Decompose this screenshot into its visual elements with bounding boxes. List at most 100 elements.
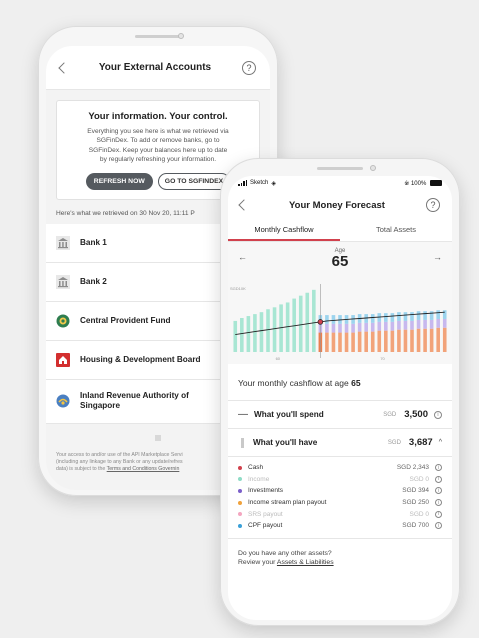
have-row[interactable]: What you'll have SGD 3,687 ^ bbox=[228, 429, 452, 457]
chart-bar-segment bbox=[344, 323, 349, 333]
chart-bar-segment bbox=[357, 322, 362, 332]
color-dot bbox=[238, 512, 242, 517]
tab-monthly-cashflow[interactable]: Monthly Cashflow bbox=[228, 220, 340, 241]
summary-age: 65 bbox=[351, 378, 361, 388]
battery-area: ※ 100% bbox=[404, 179, 442, 187]
chart-bar-segment bbox=[403, 312, 408, 321]
chart-bar-segment bbox=[370, 322, 375, 332]
chart-bar-segment bbox=[442, 327, 447, 352]
external-accounts-header: Your External Accounts ? bbox=[46, 46, 270, 90]
info-icon[interactable]: i bbox=[435, 499, 442, 507]
chart-bar-segment bbox=[429, 328, 434, 352]
chart-bar-segment bbox=[364, 331, 368, 352]
spend-row[interactable]: — What you'll spend SGD 3,500 i bbox=[228, 401, 452, 429]
breakdown-value: SGD 700 bbox=[402, 522, 429, 530]
breakdown-value: SGD 0 bbox=[409, 510, 429, 518]
info-icon[interactable]: i bbox=[435, 475, 442, 483]
chart-bar-segment bbox=[370, 331, 375, 352]
chart-bar-segment bbox=[384, 313, 388, 322]
bank-icon bbox=[56, 274, 70, 289]
arrow-right-icon[interactable]: → bbox=[433, 252, 442, 262]
cashflow-chart-area[interactable]: ← Age 65 → SGD10K 60 70 bbox=[228, 242, 452, 364]
status-bar: Sketch ◈ ※ 100% bbox=[228, 176, 452, 190]
carrier-name: Sketch bbox=[250, 180, 269, 186]
bluetooth-icon: ※ bbox=[404, 180, 410, 187]
chart-bar-segment bbox=[377, 321, 382, 331]
go-to-sgfindex-button[interactable]: GO TO SGFINDEX bbox=[157, 172, 231, 190]
info-icon[interactable]: i bbox=[435, 522, 442, 530]
chart-bar-segment bbox=[403, 320, 408, 330]
divider-square-icon bbox=[155, 434, 161, 441]
chart-bar-segment bbox=[338, 332, 342, 352]
color-dot bbox=[238, 465, 242, 470]
bank-icon bbox=[56, 235, 70, 250]
chart-bar-segment bbox=[325, 315, 329, 324]
breakdown-name: SRS payout bbox=[248, 510, 283, 518]
selected-point[interactable] bbox=[317, 319, 324, 325]
arrow-left-icon[interactable]: ← bbox=[238, 252, 247, 262]
signal-bars-icon bbox=[238, 180, 247, 186]
phone-speaker bbox=[135, 35, 181, 38]
account-label: Bank 1 bbox=[80, 237, 107, 247]
chart-bar-segment bbox=[410, 320, 414, 330]
chart-bar-segment bbox=[338, 323, 342, 333]
chart-bar-segment bbox=[384, 321, 388, 331]
age-value: 65 bbox=[331, 253, 349, 270]
back-chevron-icon[interactable] bbox=[238, 199, 250, 211]
chart-bar-segment bbox=[351, 323, 355, 333]
spend-amount: 3,500 bbox=[404, 409, 428, 420]
info-icon[interactable]: i bbox=[435, 487, 442, 495]
bar-icon bbox=[241, 437, 244, 448]
chart-bar-segment bbox=[298, 295, 303, 352]
chevron-up-icon[interactable]: ^ bbox=[439, 439, 442, 446]
chart-bar-segment bbox=[331, 323, 336, 333]
breakdown-item-income: Income SGD 0 i bbox=[238, 474, 442, 486]
breakdown-name: Income stream plan payout bbox=[248, 499, 327, 507]
info-icon[interactable]: i bbox=[435, 464, 442, 472]
breakdown-name: CPF payout bbox=[248, 522, 283, 530]
chart-bar-segment bbox=[331, 315, 336, 324]
back-chevron-icon[interactable] bbox=[58, 61, 70, 74]
assets-prefix: Review your bbox=[238, 559, 276, 567]
forecast-header: Your Money Forecast ? bbox=[228, 190, 452, 220]
card-text: Everything you see here is what we retri… bbox=[65, 127, 251, 165]
account-label: Housing & Development Board bbox=[80, 354, 201, 364]
phone-camera bbox=[178, 33, 184, 39]
chart-bar-segment bbox=[370, 314, 375, 323]
chart-bar-segment bbox=[272, 307, 277, 352]
account-label: Bank 2 bbox=[80, 276, 107, 286]
info-icon[interactable]: i bbox=[434, 410, 442, 419]
breakdown-value: SGD 250 bbox=[402, 499, 429, 507]
chart-bar-segment bbox=[259, 312, 264, 352]
breakdown-value: SGD 2,343 bbox=[396, 464, 429, 472]
phone-camera bbox=[370, 165, 376, 171]
chart-bar-segment bbox=[397, 320, 401, 330]
iras-logo-icon bbox=[56, 394, 70, 408]
breakdown-item-srs: SRS payout SGD 0 i bbox=[238, 508, 442, 520]
card-line: SGFinDex. To add or remove banks, go to bbox=[96, 137, 220, 145]
have-label: What you'll have bbox=[253, 438, 318, 447]
cashflow-summary-title: Your monthly cashflow at age 65 bbox=[228, 364, 452, 401]
help-icon[interactable]: ? bbox=[426, 198, 440, 212]
chart-bar-segment bbox=[364, 322, 368, 332]
money-forecast-phone: Sketch ◈ ※ 100% Your Money Forecast ? Mo… bbox=[220, 158, 460, 626]
chart-bar-segment bbox=[416, 319, 421, 329]
color-dot bbox=[238, 477, 242, 482]
chart-bars bbox=[233, 289, 447, 352]
breakdown-item-cpf: CPF payout SGD 700 i bbox=[238, 520, 442, 532]
assets-liabilities-link[interactable]: Assets & Liabilities bbox=[277, 559, 334, 566]
spend-label: What you'll spend bbox=[254, 410, 324, 419]
tab-total-assets[interactable]: Total Assets bbox=[340, 220, 452, 241]
refresh-now-button[interactable]: REFRESH NOW bbox=[85, 172, 153, 190]
terms-link[interactable]: Terms and Conditions Governin bbox=[107, 466, 180, 472]
chart-bar-segment bbox=[436, 310, 440, 319]
account-label: Inland Revenue Authority of Singapore bbox=[80, 391, 189, 411]
page-title: Your External Accounts bbox=[98, 62, 212, 73]
chart-bar-segment bbox=[436, 327, 440, 352]
info-icon[interactable]: i bbox=[435, 510, 442, 518]
cashflow-chart[interactable]: SGD10K 60 70 bbox=[228, 278, 452, 364]
chart-bar-segment bbox=[390, 321, 395, 331]
help-icon[interactable]: ? bbox=[242, 60, 256, 75]
battery-percent: 100% bbox=[410, 180, 427, 187]
account-label-line: Singapore bbox=[80, 401, 121, 411]
